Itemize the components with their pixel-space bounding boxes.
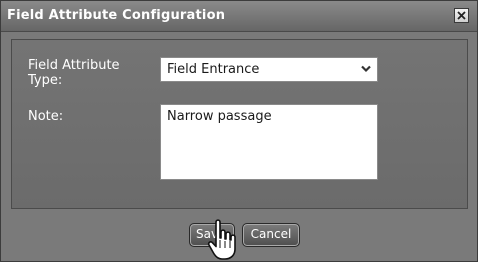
note-label: Note: xyxy=(28,109,64,124)
field-attribute-dialog: Field Attribute Configuration Field Attr… xyxy=(0,0,478,262)
dialog-footer: Save Cancel xyxy=(1,213,477,261)
dialog-titlebar[interactable]: Field Attribute Configuration xyxy=(1,1,477,32)
close-button[interactable] xyxy=(454,8,469,23)
field-attribute-type-label: Field Attribute Type: xyxy=(28,58,120,88)
dropdown-arrow[interactable] xyxy=(358,60,375,79)
field-attribute-type-select[interactable]: Field Entrance xyxy=(160,57,378,82)
chevron-down-icon xyxy=(361,65,371,73)
close-icon xyxy=(457,11,466,20)
note-textarea[interactable]: Narrow passage xyxy=(160,104,378,180)
save-button[interactable]: Save xyxy=(189,223,235,247)
form-panel: Field Attribute Type: Field Entrance Not… xyxy=(11,39,468,209)
cancel-button[interactable]: Cancel xyxy=(242,223,300,247)
dialog-title: Field Attribute Configuration xyxy=(7,8,226,23)
field-attribute-type-value: Field Entrance xyxy=(167,62,260,77)
